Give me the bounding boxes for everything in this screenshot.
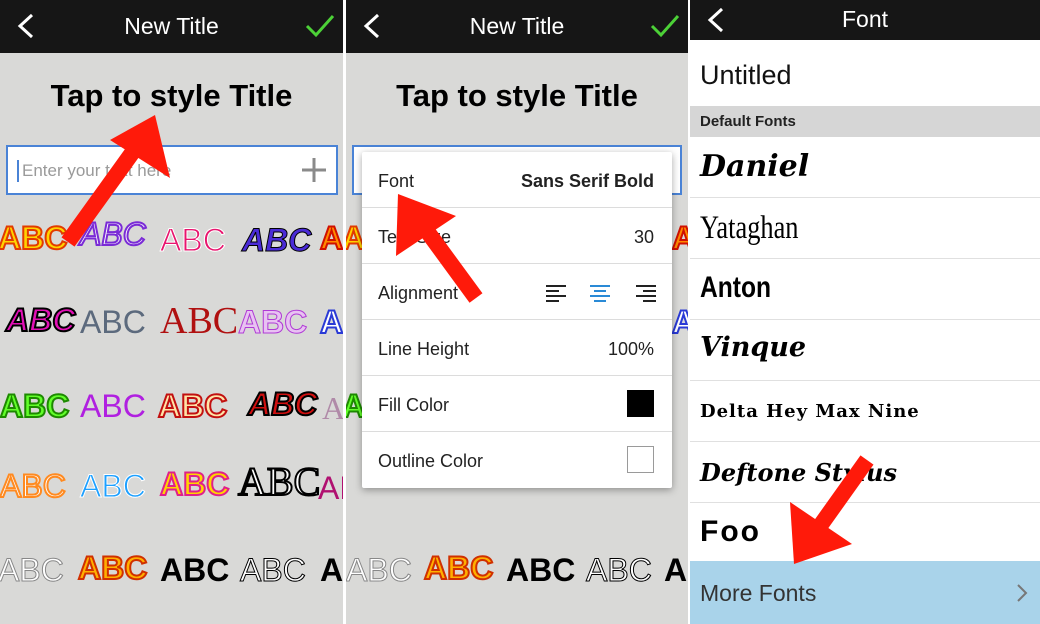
style-sample[interactable]: ABC — [346, 554, 412, 587]
fill-color-label: Fill Color — [378, 395, 450, 415]
menu-row-font[interactable]: Font Sans Serif Bold — [362, 152, 672, 208]
style-sample[interactable]: ABC — [157, 389, 228, 423]
style-sample[interactable]: ABC — [5, 303, 76, 337]
fill-color-swatch[interactable] — [627, 390, 654, 417]
tap-to-style-title[interactable]: Tap to style Title — [346, 78, 688, 114]
style-sample[interactable]: ABC — [160, 554, 229, 586]
line-height-value: 100% — [607, 339, 654, 359]
style-sample[interactable]: ABC — [320, 554, 343, 586]
font-picker-panel: Font Untitled Default Fonts Daniel Yatag… — [690, 0, 1040, 624]
font-name: Foo — [700, 515, 761, 548]
font-option[interactable]: Delta Hey Max Nine — [690, 381, 1040, 442]
title-style-menu-panel: New Title Tap to style Title ABC ABC ABC… — [346, 0, 688, 624]
text-size-label: Text Size — [378, 227, 452, 247]
screen-title: New Title — [124, 13, 219, 39]
current-title-preview: Untitled — [700, 60, 792, 90]
style-sample[interactable]: ABC — [0, 389, 70, 423]
style-sample[interactable]: ABC — [241, 224, 311, 257]
style-sample[interactable]: ABC — [80, 306, 146, 338]
more-fonts-button[interactable]: More Fonts — [690, 561, 1040, 624]
menu-row-alignment: Alignment — [362, 264, 672, 320]
top-bar: New Title — [346, 0, 688, 53]
style-sample[interactable]: ABC — [671, 305, 688, 339]
menu-row-line-height[interactable]: Line Height 100% — [362, 320, 672, 376]
style-sample[interactable]: ABC — [247, 387, 318, 421]
section-label: Default Fonts — [700, 113, 796, 130]
style-sample[interactable]: ABC — [664, 554, 688, 586]
style-sample[interactable]: ABC — [159, 467, 230, 501]
input-placeholder: Enter your text here — [22, 161, 172, 180]
font-option[interactable]: Anton — [690, 259, 1040, 320]
title-text-input[interactable]: Enter your text here — [6, 145, 338, 195]
chevron-right-icon — [1017, 584, 1028, 602]
align-left-icon[interactable] — [546, 284, 566, 302]
text-cursor — [17, 160, 19, 182]
style-sample[interactable]: ABC — [318, 472, 343, 504]
style-sample[interactable]: ABC — [237, 461, 321, 503]
checkmark-icon[interactable] — [305, 12, 335, 40]
font-name: Anton — [700, 271, 772, 304]
more-fonts-label: More Fonts — [700, 580, 817, 606]
screen-title: New Title — [469, 13, 565, 39]
style-sample[interactable]: ABC — [0, 469, 67, 503]
style-sample[interactable]: ABC — [319, 221, 343, 255]
font-name: Delta Hey Max Nine — [700, 401, 920, 422]
checkmark-icon[interactable] — [650, 12, 680, 40]
style-sample[interactable]: ABC — [0, 221, 68, 255]
font-option[interactable]: Vinque — [690, 320, 1040, 381]
font-name: Deftone Stylus — [700, 458, 898, 487]
screen-title: Font — [841, 6, 889, 32]
style-options-menu: Font Sans Serif Bold Text Size 30 Alignm… — [362, 152, 672, 488]
font-option[interactable]: Foo — [690, 503, 1040, 564]
menu-row-outline-color[interactable]: Outline Color — [362, 432, 672, 488]
menu-row-text-size[interactable]: Text Size 30 — [362, 208, 672, 264]
plus-icon[interactable] — [300, 155, 328, 185]
font-value: Sans Serif Bold — [520, 171, 654, 191]
style-sample[interactable]: ABC — [79, 217, 147, 251]
style-sample[interactable]: ABC — [237, 306, 307, 339]
font-name: Daniel — [700, 149, 810, 184]
title-editor-panel: New Title Tap to style Title Enter your … — [0, 0, 343, 624]
top-bar: Font — [690, 0, 1040, 40]
style-sample[interactable]: ABC — [586, 554, 653, 587]
align-right-icon[interactable] — [636, 284, 656, 302]
text-size-value: 30 — [633, 227, 654, 247]
default-fonts-header: Default Fonts — [690, 106, 1040, 137]
font-option[interactable]: Daniel — [690, 137, 1040, 198]
align-center-icon[interactable] — [590, 284, 610, 302]
style-sample[interactable]: ABC — [160, 224, 227, 257]
style-sample[interactable]: ABC — [80, 390, 146, 422]
style-sample[interactable]: ABC — [322, 392, 343, 424]
style-sample[interactable]: ABC — [240, 554, 307, 587]
font-name: Vinque — [700, 332, 807, 363]
style-sample[interactable]: ABC — [423, 551, 494, 585]
outline-color-label: Outline Color — [378, 451, 484, 471]
style-sample[interactable]: ABC — [0, 554, 64, 587]
font-label: Font — [378, 171, 415, 191]
alignment-label: Alignment — [378, 283, 459, 303]
style-sample[interactable]: ABC — [671, 221, 688, 255]
style-sample[interactable]: ABC — [80, 470, 147, 503]
top-bar: New Title — [0, 0, 343, 53]
style-sample[interactable]: ABC — [319, 305, 343, 339]
style-sample[interactable]: ABC — [160, 302, 238, 340]
font-option[interactable]: Yataghan — [690, 198, 1040, 259]
outline-color-swatch[interactable] — [627, 446, 654, 473]
line-height-label: Line Height — [378, 339, 470, 359]
font-name: Yataghan — [700, 210, 799, 246]
menu-row-fill-color[interactable]: Fill Color — [362, 376, 672, 432]
font-option[interactable]: Deftone Stylus — [690, 442, 1040, 503]
style-sample[interactable]: ABC — [77, 551, 148, 585]
tap-to-style-title[interactable]: Tap to style Title — [0, 78, 343, 114]
style-sample[interactable]: ABC — [506, 554, 575, 586]
